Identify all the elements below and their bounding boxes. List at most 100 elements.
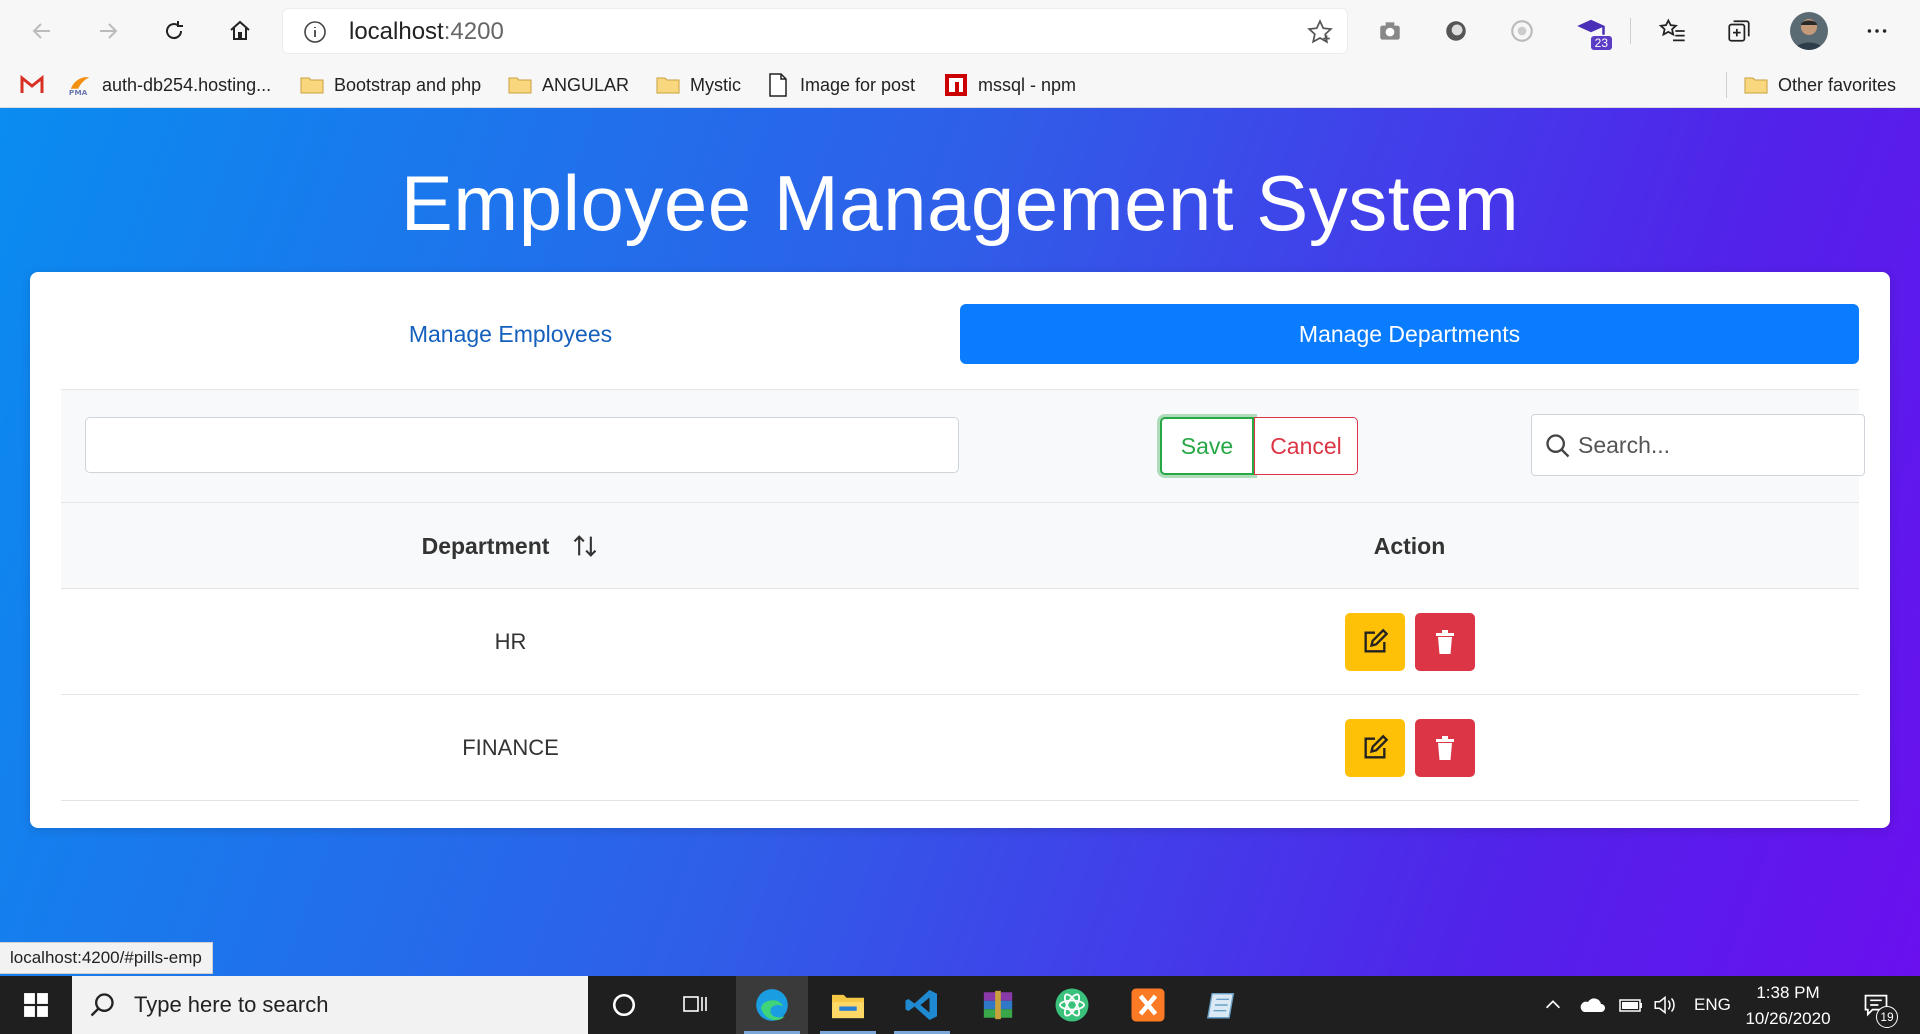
notification-count: 19: [1876, 1006, 1898, 1028]
other-favorites[interactable]: Other favorites: [1744, 70, 1896, 100]
onedrive-cloud-icon[interactable]: [1578, 994, 1606, 1016]
delete-button[interactable]: [1414, 613, 1475, 671]
chevron-up-icon[interactable]: [1542, 994, 1564, 1016]
table-header: Department Action: [61, 503, 1859, 589]
bookmark-label: Image for post: [800, 74, 916, 95]
bookmark-mystic[interactable]: Mystic: [656, 70, 741, 100]
settings-more-button[interactable]: [1860, 14, 1894, 48]
gmail-icon: [20, 73, 44, 97]
taskbar-vscode[interactable]: [886, 976, 958, 1034]
save-button[interactable]: Save: [1160, 417, 1254, 475]
column-header-department[interactable]: Department: [61, 503, 960, 589]
home-button[interactable]: [222, 13, 258, 49]
volume-icon[interactable]: [1652, 994, 1678, 1016]
url-text[interactable]: localhost:4200: [349, 18, 504, 46]
screenshot-extension-button[interactable]: [1373, 14, 1407, 48]
taskbar-file-explorer[interactable]: [812, 976, 884, 1034]
folder-icon: [656, 73, 680, 97]
task-view-button[interactable]: [660, 976, 732, 1034]
search-input[interactable]: [1578, 425, 1848, 465]
bookmark-auth-db[interactable]: PMA auth-db254.hosting...: [68, 70, 271, 100]
taskbar-edge[interactable]: [736, 976, 808, 1034]
table-row: HR: [61, 589, 1859, 695]
main-card: Manage Employees Manage Departments Save…: [30, 272, 1890, 828]
windows-logo-icon: [24, 993, 48, 1017]
delete-button[interactable]: [1414, 719, 1475, 777]
phpmyadmin-icon: PMA: [68, 73, 92, 97]
edit-button[interactable]: [1344, 719, 1405, 777]
language-indicator[interactable]: ENG: [1694, 995, 1731, 1015]
url-host: localhost: [349, 18, 444, 45]
bookmarks-divider: [1726, 72, 1727, 98]
column-header-action: Action: [1373, 532, 1446, 559]
home-icon: [230, 20, 250, 40]
toolbar-divider: [1630, 18, 1631, 44]
page-title: Employee Management System: [400, 159, 1520, 247]
taskbar-search-placeholder: Type here to search: [134, 992, 329, 1017]
search-box[interactable]: [1531, 414, 1865, 476]
avatar-icon: [1795, 19, 1823, 50]
address-bar[interactable]: localhost:4200: [282, 8, 1348, 54]
department-name-input[interactable]: [85, 417, 959, 473]
trash-icon: [1435, 736, 1454, 760]
favorite-star-icon[interactable]: [1307, 19, 1333, 45]
browser-toolbar: localhost:4200 23: [0, 0, 1920, 62]
system-tray: ENG: [1542, 976, 1731, 1034]
folder-icon: [300, 73, 324, 97]
favorites-button[interactable]: [1656, 14, 1690, 48]
taskbar-xampp[interactable]: [1112, 976, 1184, 1034]
back-button[interactable]: [24, 13, 60, 49]
bookmark-mssql-npm[interactable]: mssql - npm: [944, 70, 1076, 100]
bookmark-label: auth-db254.hosting...: [102, 74, 272, 95]
back-arrow-icon: [32, 23, 50, 39]
xampp-icon: [1131, 988, 1165, 1022]
bookmarks-bar: PMA auth-db254.hosting... Bootstrap and …: [0, 62, 1920, 108]
taskbar-winrar[interactable]: [962, 976, 1034, 1034]
cancel-button[interactable]: Cancel: [1254, 417, 1358, 475]
refresh-button[interactable]: [156, 13, 192, 49]
svg-text:PMA: PMA: [69, 88, 88, 97]
taskbar-clock[interactable]: 1:38 PM 10/26/2020: [1736, 980, 1840, 1032]
collections-button[interactable]: [1722, 14, 1756, 48]
taskbar-search[interactable]: Type here to search: [72, 976, 588, 1034]
refresh-icon: [166, 21, 183, 40]
start-button[interactable]: [0, 976, 72, 1034]
cortana-circle-icon: [612, 993, 636, 1017]
windows-taskbar: Type here to search ENG 1:38 PM 10/26/20…: [0, 976, 1920, 1034]
browser-status-url: localhost:4200/#pills-emp: [0, 942, 213, 974]
edit-button[interactable]: [1344, 613, 1405, 671]
bookmark-bootstrap-php[interactable]: Bootstrap and php: [300, 70, 481, 100]
info-icon[interactable]: [303, 20, 327, 44]
bookmark-label: Bootstrap and php: [334, 74, 482, 95]
bookmark-image-for-post[interactable]: Image for post: [766, 70, 915, 100]
taskbar-notepad[interactable]: [1186, 976, 1258, 1034]
file-explorer-icon: [832, 994, 864, 1019]
action-cell: [960, 589, 1859, 695]
clock-time: 1:38 PM: [1756, 983, 1820, 1002]
cortana-button[interactable]: [588, 976, 660, 1034]
folder-icon: [1744, 73, 1768, 97]
edit-icon: [1364, 734, 1388, 759]
action-center-button[interactable]: 19: [1846, 976, 1906, 1034]
bookmark-gmail[interactable]: [20, 70, 44, 100]
extension-button-4[interactable]: 23: [1574, 14, 1612, 50]
bookmark-angular[interactable]: ANGULAR: [508, 70, 629, 100]
notepad-icon: [1206, 992, 1235, 1019]
extension-button-2[interactable]: [1439, 14, 1473, 48]
search-icon: [1546, 434, 1570, 458]
profile-avatar[interactable]: [1790, 12, 1828, 50]
forward-button[interactable]: [90, 13, 126, 49]
taskbar-atom[interactable]: [1036, 976, 1108, 1034]
other-favorites-label: Other favorites: [1778, 74, 1897, 95]
action-cell: [960, 695, 1859, 801]
extension-button-3[interactable]: [1505, 14, 1539, 48]
tab-manage-employees[interactable]: Manage Employees: [61, 304, 960, 364]
battery-icon[interactable]: [1616, 994, 1644, 1016]
tab-manage-departments[interactable]: Manage Departments: [960, 304, 1859, 364]
column-header-label: Department: [421, 532, 550, 559]
url-port: :4200: [443, 18, 504, 45]
bookmark-label: Mystic: [690, 74, 741, 95]
edge-browser-icon: [756, 989, 788, 1021]
sort-icon[interactable]: [571, 532, 599, 560]
page-icon: [766, 73, 790, 97]
